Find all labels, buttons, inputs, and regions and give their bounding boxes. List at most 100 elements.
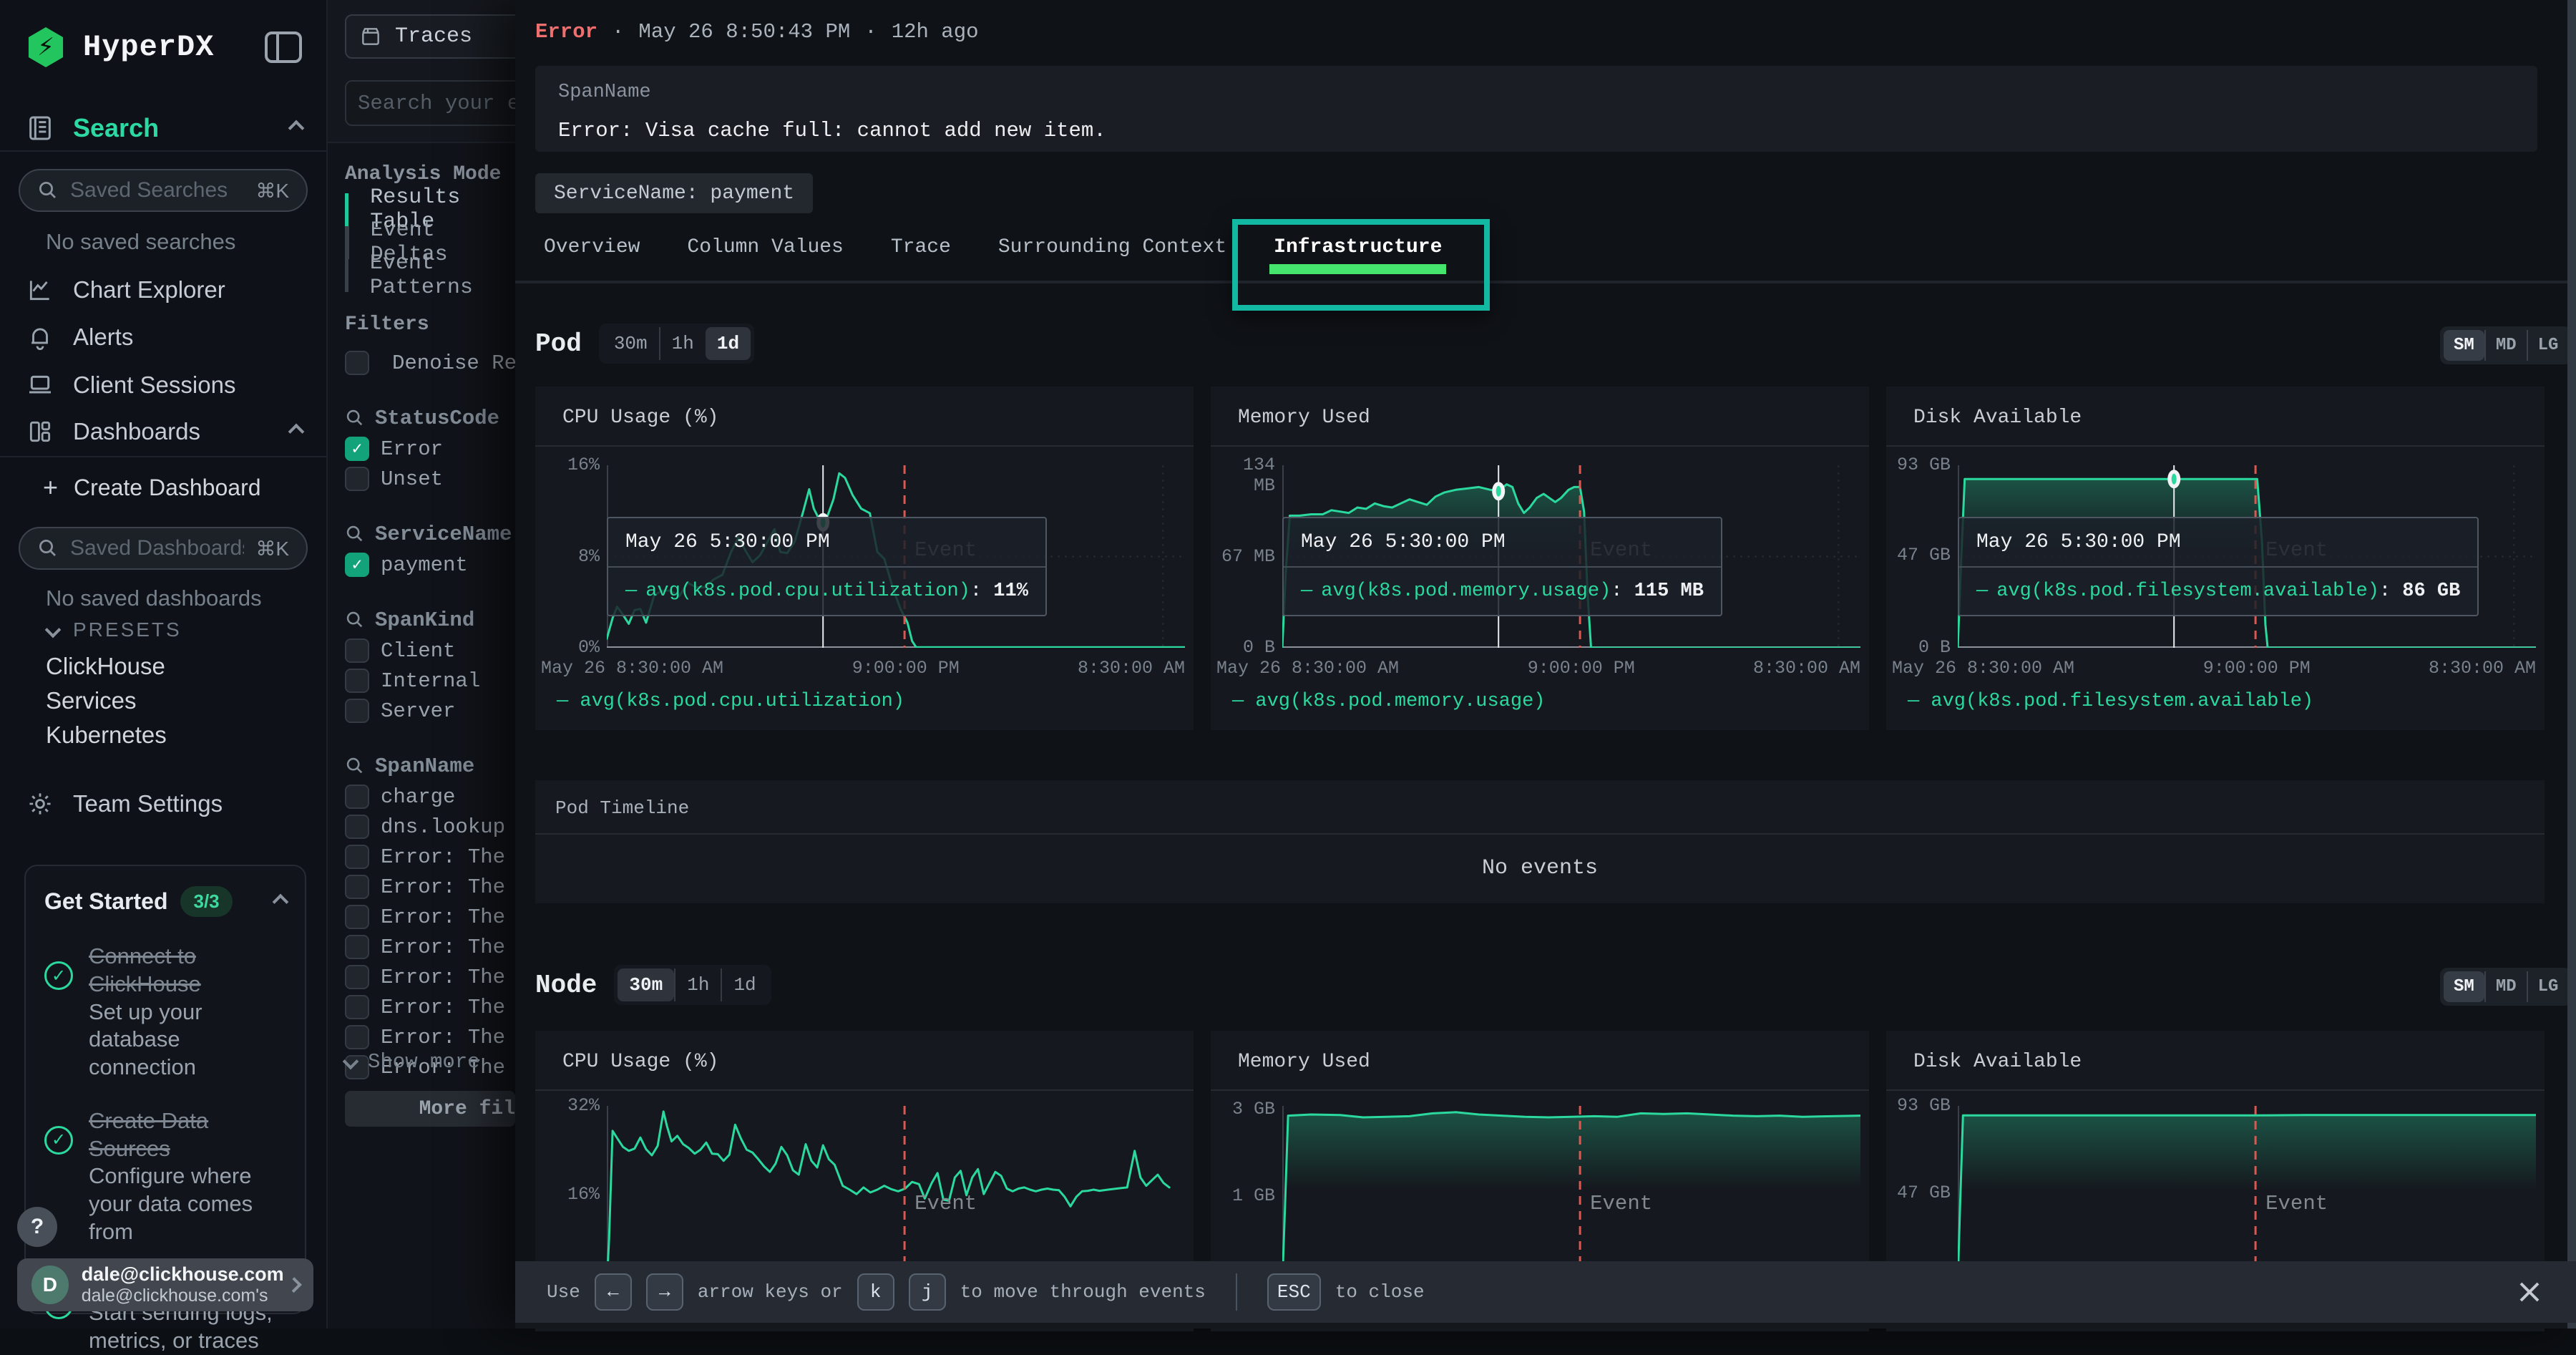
esc-key[interactable]: ESC [1267,1273,1321,1311]
chart-plot[interactable] [1958,1106,2536,1283]
size-lg[interactable]: LG [2527,330,2569,361]
arrow-right-key[interactable]: → [646,1273,683,1311]
source-select[interactable]: Traces [345,14,515,59]
search-journal-icon [26,114,54,142]
get-started-step[interactable]: ✓ Connect to ClickHouse Set up your data… [44,943,286,1082]
k-key[interactable]: k [857,1273,894,1311]
filter-option[interactable]: Error: The cr [345,932,515,962]
filter-option[interactable]: Unset [345,464,515,494]
checkbox[interactable] [345,905,369,929]
step-title: Connect to ClickHouse [89,943,201,996]
chevron-up-icon[interactable] [273,893,289,910]
saved-dashboards-field[interactable] [70,536,244,560]
brand-title: HyperDX [83,30,214,64]
filter-option[interactable]: Server [345,696,515,726]
user-menu[interactable]: D dale@clickhouse.com dale@clickhouse.co… [17,1258,313,1311]
tab-column-values[interactable]: Column Values [687,236,843,283]
sidebar-item-team-settings[interactable]: Team Settings [0,790,328,817]
preset-kubernetes[interactable]: Kubernetes [0,722,328,749]
bottom-strip [515,1323,2576,1329]
preset-clickhouse[interactable]: ClickHouse [0,653,328,680]
saved-dashboards-input[interactable]: ⌘K [19,527,308,570]
chart-plot[interactable] [1282,1106,1860,1283]
x-axis-label: May 26 8:30:00 AM [1892,658,2074,679]
checkbox[interactable] [345,935,369,959]
filter-option[interactable]: charge [345,782,515,812]
j-key[interactable]: j [909,1273,946,1311]
get-started-step[interactable]: ✓ Create Data Sources Configure where yo… [44,1107,286,1246]
filter-option[interactable]: ✓Error [345,434,515,464]
checkbox[interactable] [345,669,369,693]
saved-searches-field[interactable] [70,178,244,203]
range-1h[interactable]: 1h [659,327,706,360]
collapse-sidebar-icon[interactable] [265,31,302,63]
range-1d[interactable]: 1d [721,968,767,1001]
range-1h[interactable]: 1h [674,968,721,1001]
node-range-toggle: 30m 1h 1d [614,965,771,1005]
scrollbar[interactable] [2567,0,2576,1329]
filter-option[interactable]: Internal [345,666,515,696]
sidebar-item-chart-explorer[interactable]: Chart Explorer [0,276,328,303]
create-dashboard-button[interactable]: + Create Dashboard [0,472,328,502]
filter-option[interactable]: Error: The cr [345,962,515,992]
sidebar-item-dashboards[interactable]: Dashboards [0,418,328,445]
size-md[interactable]: MD [2484,971,2527,1002]
chart-plot[interactable] [607,1106,1185,1283]
tab-surrounding-context[interactable]: Surrounding Context [998,236,1226,283]
close-icon[interactable] [2516,1278,2545,1306]
filter-group-servicename: ServiceName [345,518,515,550]
checkbox[interactable] [345,995,369,1019]
checkbox[interactable] [345,785,369,809]
checkbox[interactable] [345,815,369,839]
filter-option[interactable]: Client [345,636,515,666]
show-more[interactable]: Show more [345,1046,515,1077]
size-sm[interactable]: SM [2444,330,2484,361]
service-name-tag[interactable]: ServiceName: payment [535,173,813,213]
tab-overview[interactable]: Overview [544,236,640,283]
y-axis-label: 0 B [1889,637,1951,658]
size-sm[interactable]: SM [2444,971,2484,1002]
checkbox[interactable]: ✓ [345,437,369,461]
event-search-field[interactable] [358,92,515,115]
range-1d[interactable]: 1d [706,327,751,360]
checkbox[interactable] [345,1025,369,1049]
sidebar-item-search[interactable]: Search [0,113,328,143]
range-30m[interactable]: 30m [618,968,674,1001]
source-select-label: Traces [395,24,472,49]
analysis-mode-event-patterns[interactable]: Event Patterns [345,259,515,292]
size-md[interactable]: MD [2484,330,2527,361]
y-axis-label: 16% [538,455,600,475]
analysis-mode-label: Analysis Mode [345,163,501,185]
mode-label: Event Patterns [370,259,515,292]
filter-option[interactable]: ✓payment [345,550,515,580]
filter-option[interactable]: Error: The cr [345,842,515,872]
checkbox[interactable] [345,965,369,989]
event-search[interactable] [345,80,515,126]
checkbox[interactable] [345,845,369,869]
checkbox[interactable]: ✓ [345,553,369,577]
filter-option[interactable]: Error: The cr [345,902,515,932]
filter-denoise[interactable]: Denoise Re [345,348,515,378]
checkbox[interactable] [345,638,369,663]
range-30m[interactable]: 30m [602,327,659,360]
y-axis-label: 47 GB [1889,545,1951,565]
checkbox[interactable] [345,467,369,491]
preset-services[interactable]: Services [0,687,328,714]
sidebar-item-client-sessions[interactable]: Client Sessions [0,371,328,399]
filter-option-label: Client [381,639,455,663]
arrow-left-key[interactable]: ← [595,1273,632,1311]
saved-searches-input[interactable]: ⌘K [19,169,308,212]
help-button[interactable]: ? [17,1207,57,1247]
more-filters-button[interactable]: More fil [345,1091,515,1127]
presets-toggle[interactable]: PRESETS [0,618,328,641]
filter-option[interactable]: Error: The cr [345,872,515,902]
avatar: D [31,1266,69,1304]
tab-trace[interactable]: Trace [891,236,951,283]
filter-option[interactable]: dns.lookup [345,812,515,842]
filter-option[interactable]: Error: The cr [345,992,515,1022]
size-lg[interactable]: LG [2527,971,2569,1002]
checkbox[interactable] [345,875,369,899]
sidebar-item-alerts[interactable]: Alerts [0,324,328,351]
checkbox[interactable] [345,351,369,375]
checkbox[interactable] [345,699,369,723]
